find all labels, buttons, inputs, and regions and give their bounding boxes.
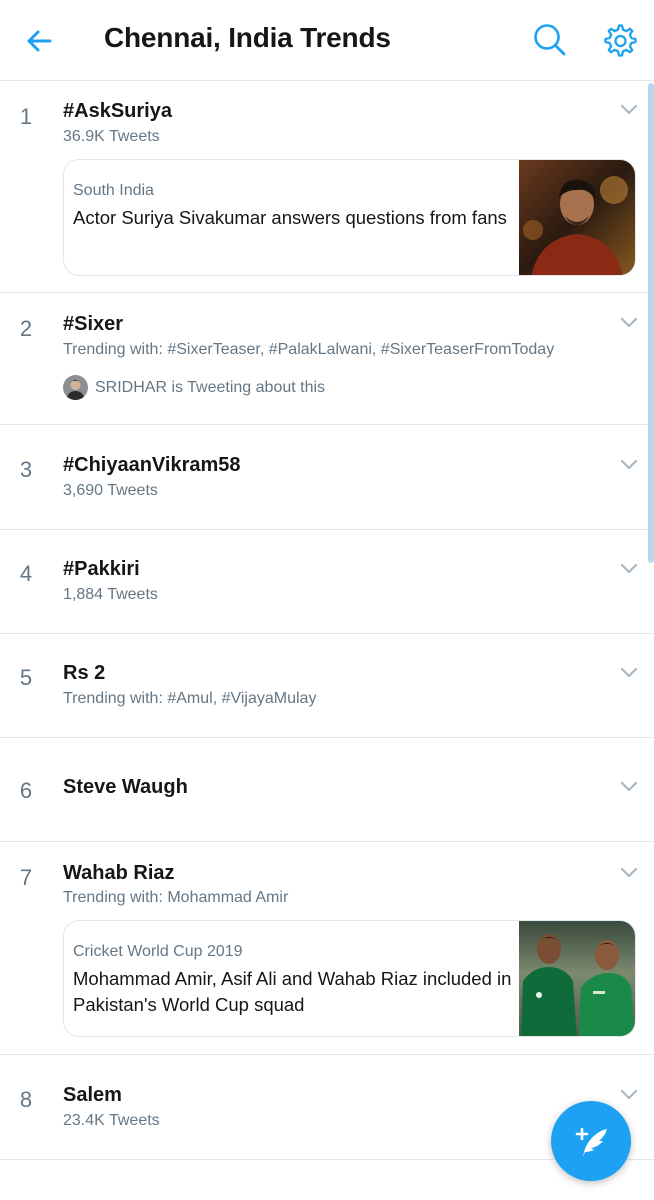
trend-name: #Sixer — [63, 313, 124, 335]
trend-name: #ChiyaanVikram58 — [63, 454, 241, 476]
chevron-down-icon[interactable] — [620, 1089, 638, 1101]
card-headline: Mohammad Amir, Asif Ali and Wahab Riaz i… — [73, 968, 512, 1015]
compose-tweet-icon — [575, 1127, 607, 1157]
tweeting-about-row: SRIDHAR is Tweeting about this — [63, 375, 325, 400]
trend-name: Steve Waugh — [63, 776, 188, 798]
trend-name: #Pakkiri — [63, 558, 140, 580]
trend-rank: 4 — [19, 561, 33, 586]
tweeting-about-text: SRIDHAR is Tweeting about this — [95, 378, 326, 396]
card-thumbnail-image — [519, 160, 635, 275]
card-headline: Actor Suriya Sivakumar answers questions… — [73, 207, 507, 228]
card-context: South India — [73, 182, 154, 199]
compose-tweet-button[interactable] — [551, 1101, 631, 1181]
search-icon[interactable] — [532, 22, 568, 58]
trend-item[interactable]: 3 #ChiyaanVikram58 3,690 Tweets — [0, 425, 654, 530]
trend-rank: 7 — [19, 865, 33, 890]
trend-name: Salem — [63, 1084, 122, 1106]
avatar — [63, 375, 88, 400]
trend-name: Rs 2 — [63, 662, 106, 684]
trend-item[interactable]: 5 Rs 2 Trending with: #Amul, #VijayaMula… — [0, 634, 654, 738]
trend-rank: 8 — [19, 1087, 33, 1112]
trend-item[interactable]: 2 #Sixer Trending with: #SixerTeaser, #P… — [0, 293, 654, 425]
chevron-down-icon[interactable] — [620, 781, 638, 793]
page-title: Chennai, India Trends — [104, 22, 391, 53]
trend-name: #AskSuriya — [63, 100, 172, 122]
chevron-down-icon[interactable] — [620, 459, 638, 471]
chevron-down-icon[interactable] — [620, 563, 638, 575]
chevron-down-icon[interactable] — [620, 317, 638, 329]
trend-tweet-count: 23.4K Tweets — [63, 1112, 160, 1129]
chevron-down-icon[interactable] — [620, 104, 638, 116]
trend-item[interactable]: 6 Steve Waugh — [0, 738, 654, 842]
arrow-left-icon[interactable] — [22, 24, 56, 58]
card-thumbnail-image — [519, 921, 635, 1036]
trend-related: Trending with: #Amul, #VijayaMulay — [63, 690, 317, 707]
trend-rank: 5 — [19, 665, 33, 690]
trend-rank: 6 — [19, 778, 33, 803]
gear-icon[interactable] — [600, 22, 638, 60]
trend-rank: 1 — [19, 104, 33, 129]
trend-item[interactable]: 7 Wahab Riaz Trending with: Mohammad Ami… — [0, 842, 654, 1055]
trend-related: Trending with: Mohammad Amir — [63, 889, 289, 906]
chevron-down-icon[interactable] — [620, 867, 638, 879]
trend-news-card[interactable]: Cricket World Cup 2019 Mohammad Amir, As… — [63, 920, 636, 1037]
trend-tweet-count: 3,690 Tweets — [63, 482, 158, 499]
card-context: Cricket World Cup 2019 — [73, 943, 243, 960]
trend-news-card[interactable]: South India Actor Suriya Sivakumar answe… — [63, 159, 636, 276]
chevron-down-icon[interactable] — [620, 667, 638, 679]
trend-related: Trending with: #SixerTeaser, #PalakLalwa… — [63, 341, 555, 358]
scrollbar-thumb[interactable] — [648, 83, 654, 563]
trend-tweet-count: 1,884 Tweets — [63, 586, 158, 603]
trend-item[interactable]: 4 #Pakkiri 1,884 Tweets — [0, 530, 654, 634]
trend-name: Wahab Riaz — [63, 862, 175, 884]
trend-rank: 2 — [19, 316, 33, 341]
trend-item[interactable]: 1 #AskSuriya 36.9K Tweets South India Ac… — [0, 82, 654, 293]
trend-tweet-count: 36.9K Tweets — [63, 128, 160, 145]
trend-rank: 3 — [19, 457, 33, 482]
top-app-bar: Chennai, India Trends — [0, 0, 654, 81]
